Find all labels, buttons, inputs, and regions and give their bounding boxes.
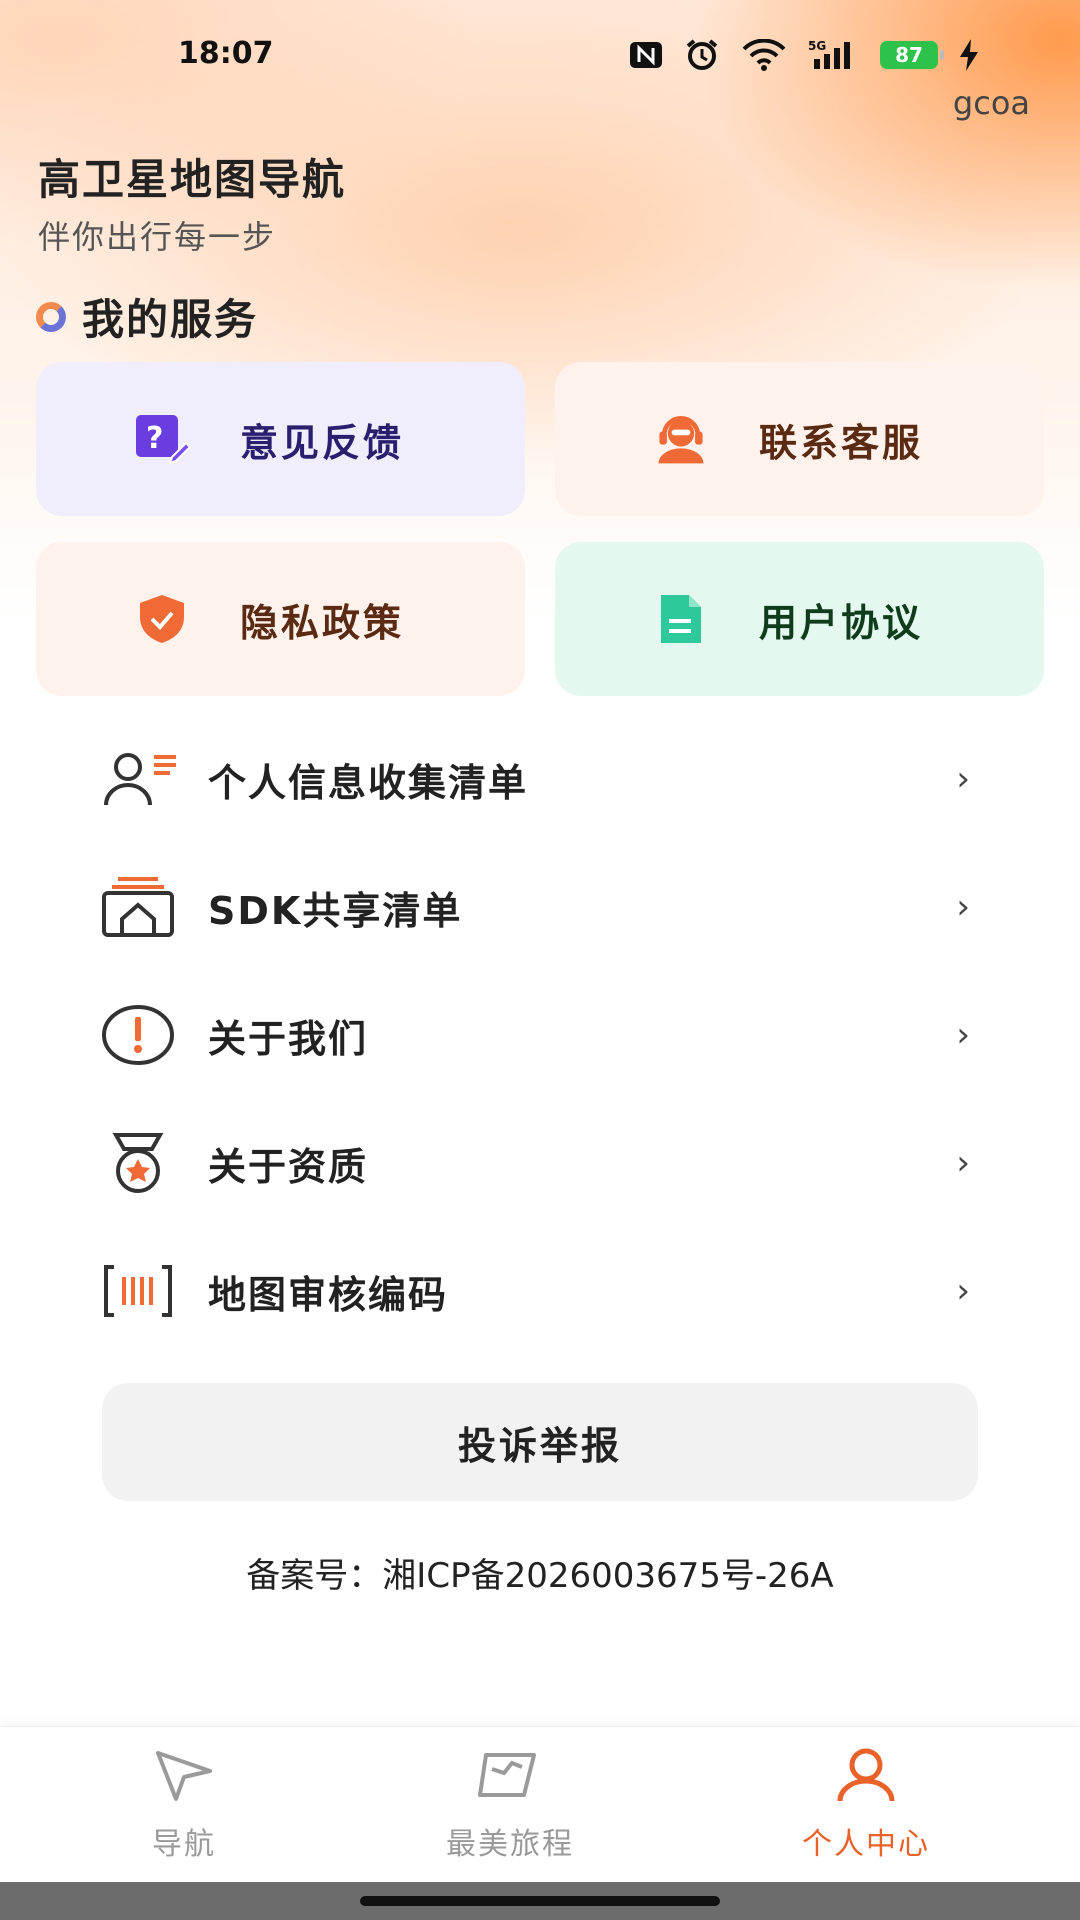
barcode-icon bbox=[100, 1251, 190, 1331]
privacy-policy-card[interactable]: 隐私政策 bbox=[36, 542, 525, 696]
personal-info-list-icon bbox=[100, 739, 190, 819]
bottom-tab-bar: 导航 最美旅程 个人中心 bbox=[0, 1726, 1080, 1883]
battery-level: 87 bbox=[895, 43, 923, 67]
feedback-label: 意见反馈 bbox=[240, 420, 405, 465]
system-navigation-area bbox=[0, 1882, 1080, 1920]
user-agreement-label: 用户协议 bbox=[759, 600, 924, 645]
wifi-icon bbox=[742, 39, 786, 71]
document-icon bbox=[651, 589, 711, 649]
menu-list: 个人信息收集清单 › SDK共享清单 › 关于我们 › 关于资质 › 地图审核编… bbox=[100, 715, 980, 1355]
customer-service-icon bbox=[651, 409, 711, 469]
person-icon bbox=[837, 1748, 895, 1802]
menu-item-qualification[interactable]: 关于资质 › bbox=[100, 1099, 980, 1227]
signal-5g-icon: 5G bbox=[808, 39, 850, 69]
user-name: gcoa bbox=[952, 84, 1030, 122]
navigation-arrow-icon bbox=[156, 1751, 212, 1801]
menu-label-personal-info: 个人信息收集清单 bbox=[208, 760, 529, 805]
charging-icon bbox=[960, 39, 978, 71]
menu-item-map-review-code[interactable]: 地图审核编码 › bbox=[100, 1227, 980, 1355]
status-icons: 5G 87 bbox=[628, 38, 980, 72]
menu-label-map-review-code: 地图审核编码 bbox=[208, 1272, 449, 1317]
menu-label-sdk-share: SDK共享清单 bbox=[208, 888, 463, 933]
svg-text:5G: 5G bbox=[808, 39, 826, 53]
tab-personal-center[interactable]: 个人中心 bbox=[746, 1747, 986, 1863]
tab-label-personal-center: 个人中心 bbox=[802, 1827, 930, 1862]
battery-indicator: 87 bbox=[880, 41, 944, 69]
tab-best-journey[interactable]: 最美旅程 bbox=[390, 1747, 630, 1863]
nfc-icon bbox=[630, 42, 662, 68]
alarm-icon bbox=[686, 39, 718, 70]
menu-item-sdk-share[interactable]: SDK共享清单 › bbox=[100, 843, 980, 971]
tab-label-best-journey: 最美旅程 bbox=[446, 1827, 574, 1862]
svg-text:?: ? bbox=[146, 421, 163, 456]
user-agreement-card[interactable]: 用户协议 bbox=[555, 542, 1044, 696]
app-title: 高卫星地图导航 bbox=[38, 155, 347, 204]
chevron-right-icon: › bbox=[956, 759, 970, 799]
privacy-policy-label: 隐私政策 bbox=[240, 600, 405, 645]
service-cards: ? 意见反馈 联系客服 隐私政策 用户协议 bbox=[36, 362, 1044, 696]
services-header: 我的服务 bbox=[36, 286, 258, 347]
feedback-icon: ? bbox=[132, 409, 192, 469]
menu-item-personal-info[interactable]: 个人信息收集清单 › bbox=[100, 715, 980, 843]
customer-service-card[interactable]: 联系客服 bbox=[555, 362, 1044, 516]
flag-icon bbox=[478, 1753, 536, 1797]
menu-item-about-us[interactable]: 关于我们 › bbox=[100, 971, 980, 1099]
chevron-right-icon: › bbox=[956, 887, 970, 927]
menu-label-about-us: 关于我们 bbox=[208, 1016, 369, 1061]
customer-service-label: 联系客服 bbox=[759, 420, 924, 465]
app-subtitle: 伴你出行每一步 bbox=[38, 218, 277, 256]
status-bar: 18:07 5G 87 bbox=[0, 36, 1080, 76]
tab-navigation[interactable]: 导航 bbox=[64, 1747, 304, 1863]
services-title: 我的服务 bbox=[82, 295, 259, 344]
tab-label-navigation: 导航 bbox=[152, 1827, 216, 1862]
home-indicator[interactable] bbox=[360, 1896, 720, 1906]
report-button[interactable]: 投诉举报 bbox=[102, 1383, 978, 1501]
chevron-right-icon: › bbox=[956, 1143, 970, 1183]
medal-icon bbox=[100, 1123, 190, 1203]
chevron-right-icon: › bbox=[956, 1271, 970, 1311]
icp-record: 备案号：湘ICP备2026003675号-26A bbox=[246, 1556, 834, 1596]
menu-label-qualification: 关于资质 bbox=[208, 1144, 369, 1189]
privacy-shield-icon bbox=[132, 589, 192, 649]
sdk-share-icon bbox=[100, 867, 190, 947]
status-time: 18:07 bbox=[178, 36, 274, 71]
chevron-right-icon: › bbox=[956, 1015, 970, 1055]
feedback-card[interactable]: ? 意见反馈 bbox=[36, 362, 525, 516]
ring-icon bbox=[36, 301, 66, 332]
info-exclamation-icon bbox=[100, 995, 190, 1075]
